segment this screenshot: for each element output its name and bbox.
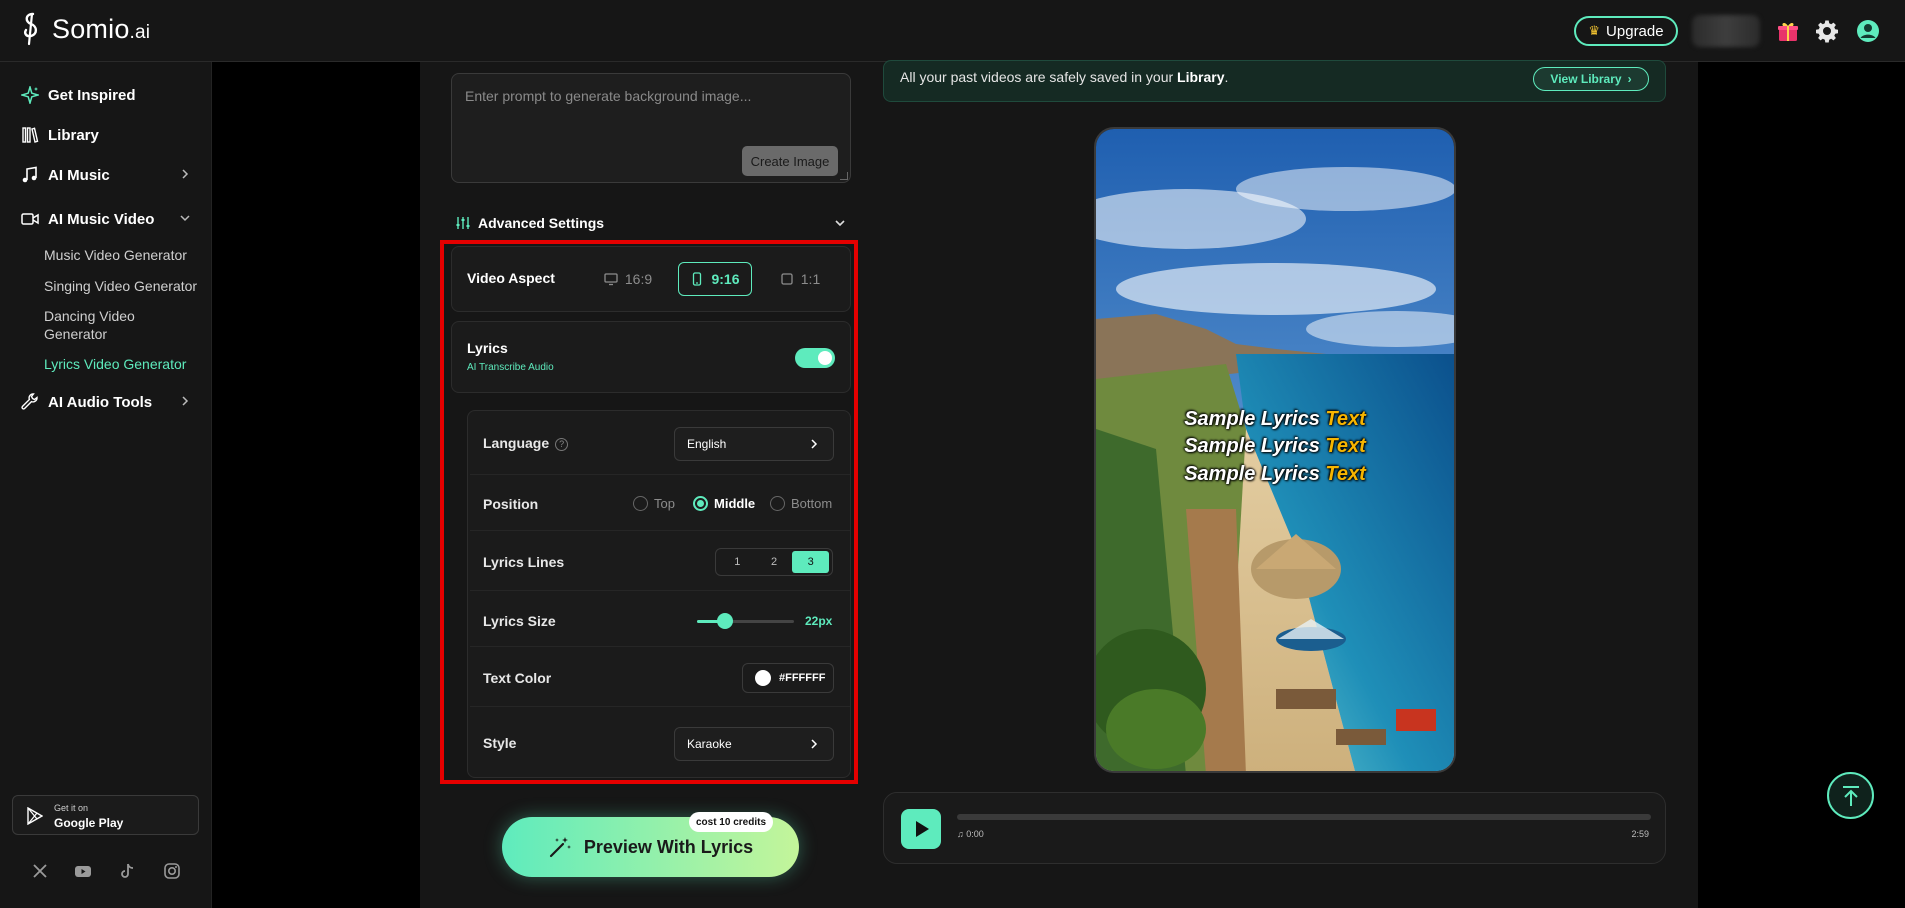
chevron-right-icon xyxy=(182,396,189,406)
sidebar-subitem-singing-video-generator[interactable]: Singing Video Generator xyxy=(44,277,204,295)
duration: 2:59 xyxy=(1631,829,1649,839)
notice-text: All your past videos are safely saved in… xyxy=(900,69,1229,85)
view-library-button[interactable]: View Library › xyxy=(1533,67,1649,91)
top-bar: Somio.ai ♛ Upgrade xyxy=(0,0,1905,62)
instagram-icon[interactable] xyxy=(163,862,181,880)
avatar[interactable] xyxy=(1856,19,1880,43)
lyric-line: Sample Lyrics Text xyxy=(1184,435,1366,457)
advanced-settings-header[interactable]: Advanced Settings xyxy=(456,212,846,234)
library-icon xyxy=(22,127,39,143)
logo-icon xyxy=(24,12,38,46)
advanced-settings-title: Advanced Settings xyxy=(478,215,605,231)
chevron-down-icon xyxy=(180,215,190,222)
current-time: ♫ 0:00 xyxy=(957,829,984,839)
sidebar-item-ai-audio-tools[interactable]: AI Audio Tools xyxy=(21,390,191,414)
cost-badge: cost 10 credits xyxy=(689,812,773,832)
sidebar-subitem-music-video-generator[interactable]: Music Video Generator xyxy=(44,246,204,264)
sidebar-item-label: AI Audio Tools xyxy=(48,393,153,411)
resize-handle[interactable] xyxy=(840,172,848,180)
youtube-icon[interactable] xyxy=(74,862,92,880)
chevron-down-icon xyxy=(835,220,845,227)
sparkle-icon xyxy=(21,86,39,104)
google-play-caption: Get it on xyxy=(54,803,89,813)
arrow-up-icon xyxy=(1843,786,1859,806)
upgrade-label: Upgrade xyxy=(1606,22,1664,40)
scroll-to-top-button[interactable] xyxy=(1827,772,1874,819)
sidebar-item-label: Library xyxy=(48,126,99,144)
sidebar-item-label: AI Music xyxy=(48,166,110,184)
sidebar xyxy=(0,62,212,908)
brand-name: Somio.ai xyxy=(52,13,151,44)
chevron-right-icon xyxy=(182,169,189,179)
sidebar-item-label: AI Music Video xyxy=(48,210,155,228)
crown-icon: ♛ xyxy=(1588,23,1601,38)
chevron-right-icon: › xyxy=(1627,72,1632,86)
google-play-icon xyxy=(27,807,43,825)
google-play-title: Google Play xyxy=(54,816,124,830)
x-icon[interactable] xyxy=(31,862,49,880)
video-camera-icon xyxy=(21,213,39,225)
sidebar-item-get-inspired[interactable]: Get Inspired xyxy=(21,83,191,107)
audio-player: ♫ 0:00 2:59 xyxy=(883,792,1666,864)
tiktok-icon[interactable] xyxy=(118,862,136,880)
sidebar-item-ai-music-video[interactable]: AI Music Video xyxy=(21,207,191,231)
progress-bar[interactable] xyxy=(957,814,1651,820)
sidebar-item-label: Get Inspired xyxy=(48,86,136,104)
sidebar-subitem-dancing-video-generator[interactable]: Dancing Video Generator xyxy=(44,307,154,343)
library-notice: All your past videos are safely saved in… xyxy=(883,60,1666,102)
gift-icon[interactable] xyxy=(1776,19,1800,43)
sidebar-item-ai-music[interactable]: AI Music xyxy=(21,163,191,187)
create-image-button[interactable]: Create Image xyxy=(742,146,838,176)
logo[interactable]: Somio.ai xyxy=(20,12,150,46)
highlight-box xyxy=(440,240,858,784)
view-library-label: View Library xyxy=(1550,72,1622,86)
google-play-badge[interactable]: Get it on Google Play xyxy=(12,795,199,835)
lyric-line: Sample Lyrics Text xyxy=(1184,463,1366,485)
gear-icon[interactable] xyxy=(1815,19,1839,43)
sidebar-item-library[interactable]: Library xyxy=(21,123,191,147)
video-preview: Sample Lyrics Text Sample Lyrics Text Sa… xyxy=(1094,127,1456,773)
play-button[interactable] xyxy=(901,809,941,849)
credits-balance[interactable] xyxy=(1692,15,1760,47)
music-note-icon xyxy=(22,166,37,183)
sliders-icon xyxy=(456,217,470,229)
prompt-placeholder: Enter prompt to generate background imag… xyxy=(465,88,752,104)
wrench-icon xyxy=(21,393,38,410)
upgrade-button[interactable]: ♛ Upgrade xyxy=(1574,16,1678,46)
prompt-input[interactable]: Enter prompt to generate background imag… xyxy=(451,73,851,183)
preview-label: Preview With Lyrics xyxy=(583,836,754,857)
lyric-line: Sample Lyrics Text xyxy=(1184,408,1366,430)
magic-wand-icon xyxy=(549,837,571,858)
sidebar-subitem-lyrics-video-generator[interactable]: Lyrics Video Generator xyxy=(44,355,204,373)
